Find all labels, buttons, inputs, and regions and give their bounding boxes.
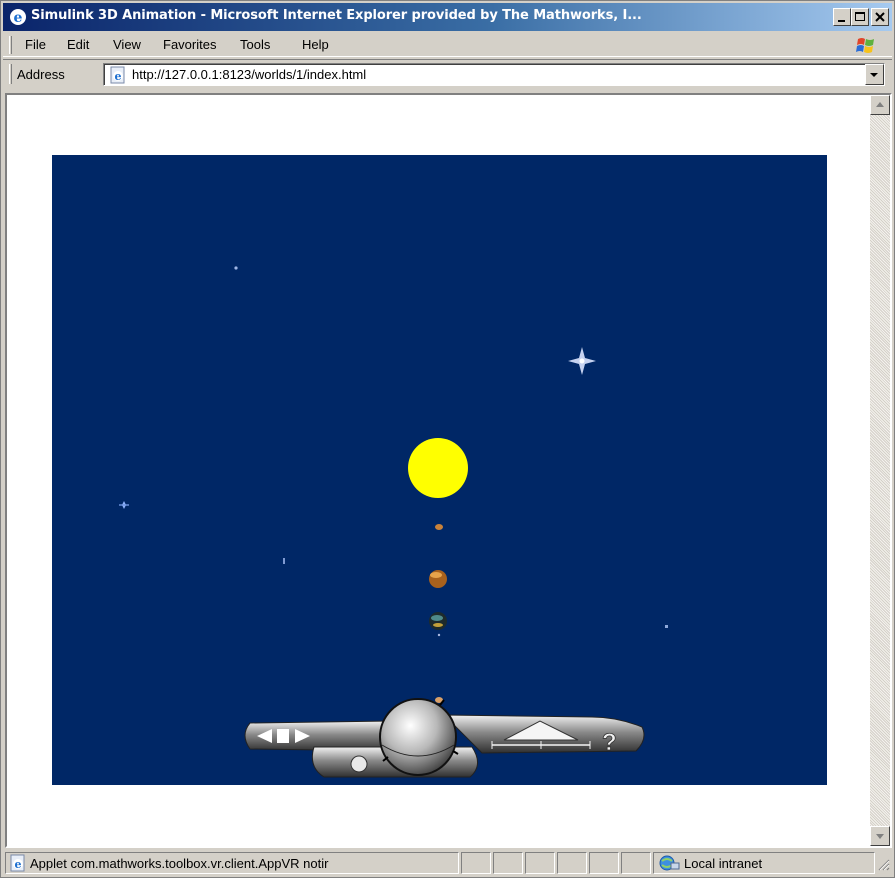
status-pane xyxy=(525,852,555,874)
page-content: ? xyxy=(5,93,892,848)
address-grip[interactable] xyxy=(9,64,12,84)
status-pane xyxy=(557,852,587,874)
star xyxy=(234,266,238,270)
sun xyxy=(408,438,468,498)
status-message-pane: e Applet com.mathworks.toolbox.vr.client… xyxy=(5,852,459,874)
svg-text:e: e xyxy=(14,10,23,26)
status-bar: e Applet com.mathworks.toolbox.vr.client… xyxy=(3,850,892,876)
status-pane xyxy=(621,852,651,874)
status-pane xyxy=(589,852,619,874)
browser-window: e Simulink 3D Animation - Microsoft Inte… xyxy=(0,0,895,878)
address-dropdown-button[interactable] xyxy=(865,64,884,85)
status-pane xyxy=(493,852,523,874)
menu-tools[interactable]: Tools xyxy=(240,37,270,52)
vr-viewer-canvas[interactable]: ? xyxy=(52,155,827,785)
star xyxy=(437,633,441,637)
scroll-up-button[interactable] xyxy=(870,95,890,115)
resize-grip-icon[interactable] xyxy=(876,857,890,874)
close-button[interactable] xyxy=(871,8,889,26)
menu-bar: File Edit View Favorites Tools Help xyxy=(3,33,892,57)
title-bar[interactable]: e Simulink 3D Animation - Microsoft Inte… xyxy=(3,3,892,31)
intranet-icon xyxy=(658,854,680,872)
menu-view[interactable]: View xyxy=(113,37,141,52)
window-title: Simulink 3D Animation - Microsoft Intern… xyxy=(31,8,642,23)
planet-mercury xyxy=(435,524,443,530)
address-url: http://127.0.0.1:8123/worlds/1/index.htm… xyxy=(132,67,367,82)
menu-edit[interactable]: Edit xyxy=(67,37,89,52)
address-label: Address xyxy=(17,67,65,82)
nav-stop-icon[interactable] xyxy=(277,729,289,743)
toolbar-grip[interactable] xyxy=(9,36,12,54)
bright-star xyxy=(568,347,596,375)
planet-venus xyxy=(429,570,447,588)
svg-text:e: e xyxy=(115,70,122,83)
svg-text:e: e xyxy=(15,858,22,871)
stars xyxy=(119,266,668,637)
security-zone-pane[interactable]: Local intranet xyxy=(653,852,875,874)
status-page-icon: e xyxy=(9,854,27,872)
security-zone-label: Local intranet xyxy=(684,856,763,871)
ie-page-icon: e xyxy=(109,66,127,84)
minimize-button[interactable] xyxy=(833,8,851,26)
vr-scene: ? xyxy=(119,266,668,778)
scroll-down-button[interactable] xyxy=(870,826,890,846)
address-bar: Address e http://127.0.0.1:8123/worlds/1… xyxy=(3,59,892,87)
status-text: Applet com.mathworks.toolbox.vr.client.A… xyxy=(30,856,329,871)
navigation-panel[interactable]: ? xyxy=(244,698,645,778)
planet-earth xyxy=(429,612,447,630)
vertical-scrollbar[interactable] xyxy=(870,95,890,846)
navigation-sphere[interactable] xyxy=(379,698,459,776)
star xyxy=(283,558,285,564)
menu-file[interactable]: File xyxy=(25,37,46,52)
maximize-button[interactable] xyxy=(851,8,869,26)
status-pane xyxy=(461,852,491,874)
star xyxy=(665,625,668,628)
menu-favorites[interactable]: Favorites xyxy=(163,37,216,52)
windows-flag-icon xyxy=(850,35,882,57)
help-icon[interactable]: ? xyxy=(602,729,617,757)
menu-help[interactable]: Help xyxy=(302,37,329,52)
address-input[interactable]: e http://127.0.0.1:8123/worlds/1/index.h… xyxy=(103,63,885,86)
nav-button-icon[interactable] xyxy=(350,755,368,773)
ie-icon: e xyxy=(9,8,27,26)
